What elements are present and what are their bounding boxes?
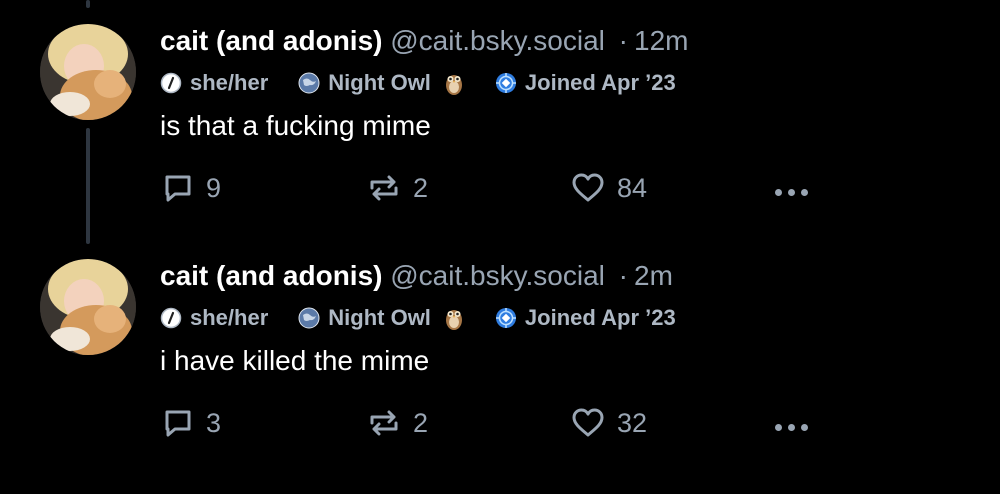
author-name[interactable]: cait (and adonis) [160, 25, 382, 56]
joined-label: Joined Apr ’23 [524, 70, 676, 95]
more-options-button[interactable] [775, 172, 814, 212]
avatar[interactable] [40, 259, 136, 355]
thread-line-top [86, 0, 90, 8]
reply-count: 9 [206, 172, 222, 203]
night-owl-badge: Night Owl [298, 305, 465, 331]
post[interactable]: cait (and adonis) @cait.bsky.social · 12m… [0, 24, 1000, 259]
like-icon [572, 408, 604, 437]
post-header: cait (and adonis) @cait.bsky.social · 2m [160, 259, 673, 293]
reply-count: 3 [206, 407, 222, 438]
separator-dot: · [618, 25, 628, 56]
more-icon [775, 188, 782, 196]
owl-icon [445, 310, 462, 330]
like-icon [572, 173, 604, 202]
repost-count: 2 [413, 407, 429, 438]
post-time[interactable]: 12m [634, 25, 688, 56]
reply-icon [165, 175, 191, 202]
repost-icon [370, 175, 398, 201]
post-actions: 9 2 84 [0, 168, 1000, 208]
reply-icon [165, 410, 191, 437]
avatar[interactable] [40, 24, 136, 120]
reply-button[interactable]: 3 [162, 407, 221, 439]
night-owl-label: Night Owl [328, 305, 431, 330]
repost-button[interactable]: 2 [367, 172, 428, 204]
more-icon-dot [801, 188, 808, 196]
joined-badge-icon [495, 73, 516, 93]
repost-icon [370, 410, 398, 436]
night-owl-label: Night Owl [328, 70, 431, 95]
more-icon-dot [788, 188, 795, 196]
night-owl-badge: Night Owl [298, 70, 465, 96]
like-button[interactable]: 32 [571, 407, 647, 439]
author-handle[interactable]: @cait.bsky.social [390, 25, 605, 56]
repost-count: 2 [413, 172, 429, 203]
like-count: 32 [617, 407, 648, 438]
post-text: i have killed the mime [160, 345, 430, 376]
repost-button[interactable]: 2 [367, 407, 428, 439]
pronoun-icon [160, 307, 182, 329]
profile-badges: she/her Night Owl Joined Apr ’23 [160, 68, 706, 98]
more-options-button[interactable] [775, 407, 814, 447]
pronouns-badge: she/her [160, 70, 268, 96]
post-text: is that a fucking mime [160, 110, 431, 141]
more-icon-dot [801, 423, 808, 431]
author-name[interactable]: cait (and adonis) [160, 260, 382, 291]
reply-button[interactable]: 9 [162, 172, 221, 204]
separator-dot: · [618, 260, 628, 291]
pronouns-badge: she/her [160, 305, 268, 331]
joined-label: Joined Apr ’23 [524, 305, 676, 330]
joined-badge: Joined Apr ’23 [495, 305, 676, 331]
like-count: 84 [617, 172, 648, 203]
pronouns-label: she/her [190, 305, 269, 330]
globe-icon [298, 307, 320, 329]
author-handle[interactable]: @cait.bsky.social [390, 260, 605, 291]
post[interactable]: cait (and adonis) @cait.bsky.social · 2m … [0, 259, 1000, 494]
post-actions: 3 2 32 [0, 403, 1000, 443]
post-time[interactable]: 2m [634, 260, 673, 291]
more-icon [775, 423, 782, 431]
profile-badges: she/her Night Owl Joined Apr ’23 [160, 303, 706, 333]
owl-icon [445, 75, 462, 95]
joined-badge-icon [495, 308, 516, 328]
pronouns-label: she/her [190, 70, 269, 95]
more-icon-dot [788, 423, 795, 431]
post-header: cait (and adonis) @cait.bsky.social · 12m [160, 24, 688, 58]
pronoun-icon [160, 72, 182, 94]
joined-badge: Joined Apr ’23 [495, 70, 676, 96]
globe-icon [298, 72, 320, 94]
like-button[interactable]: 84 [571, 172, 647, 204]
